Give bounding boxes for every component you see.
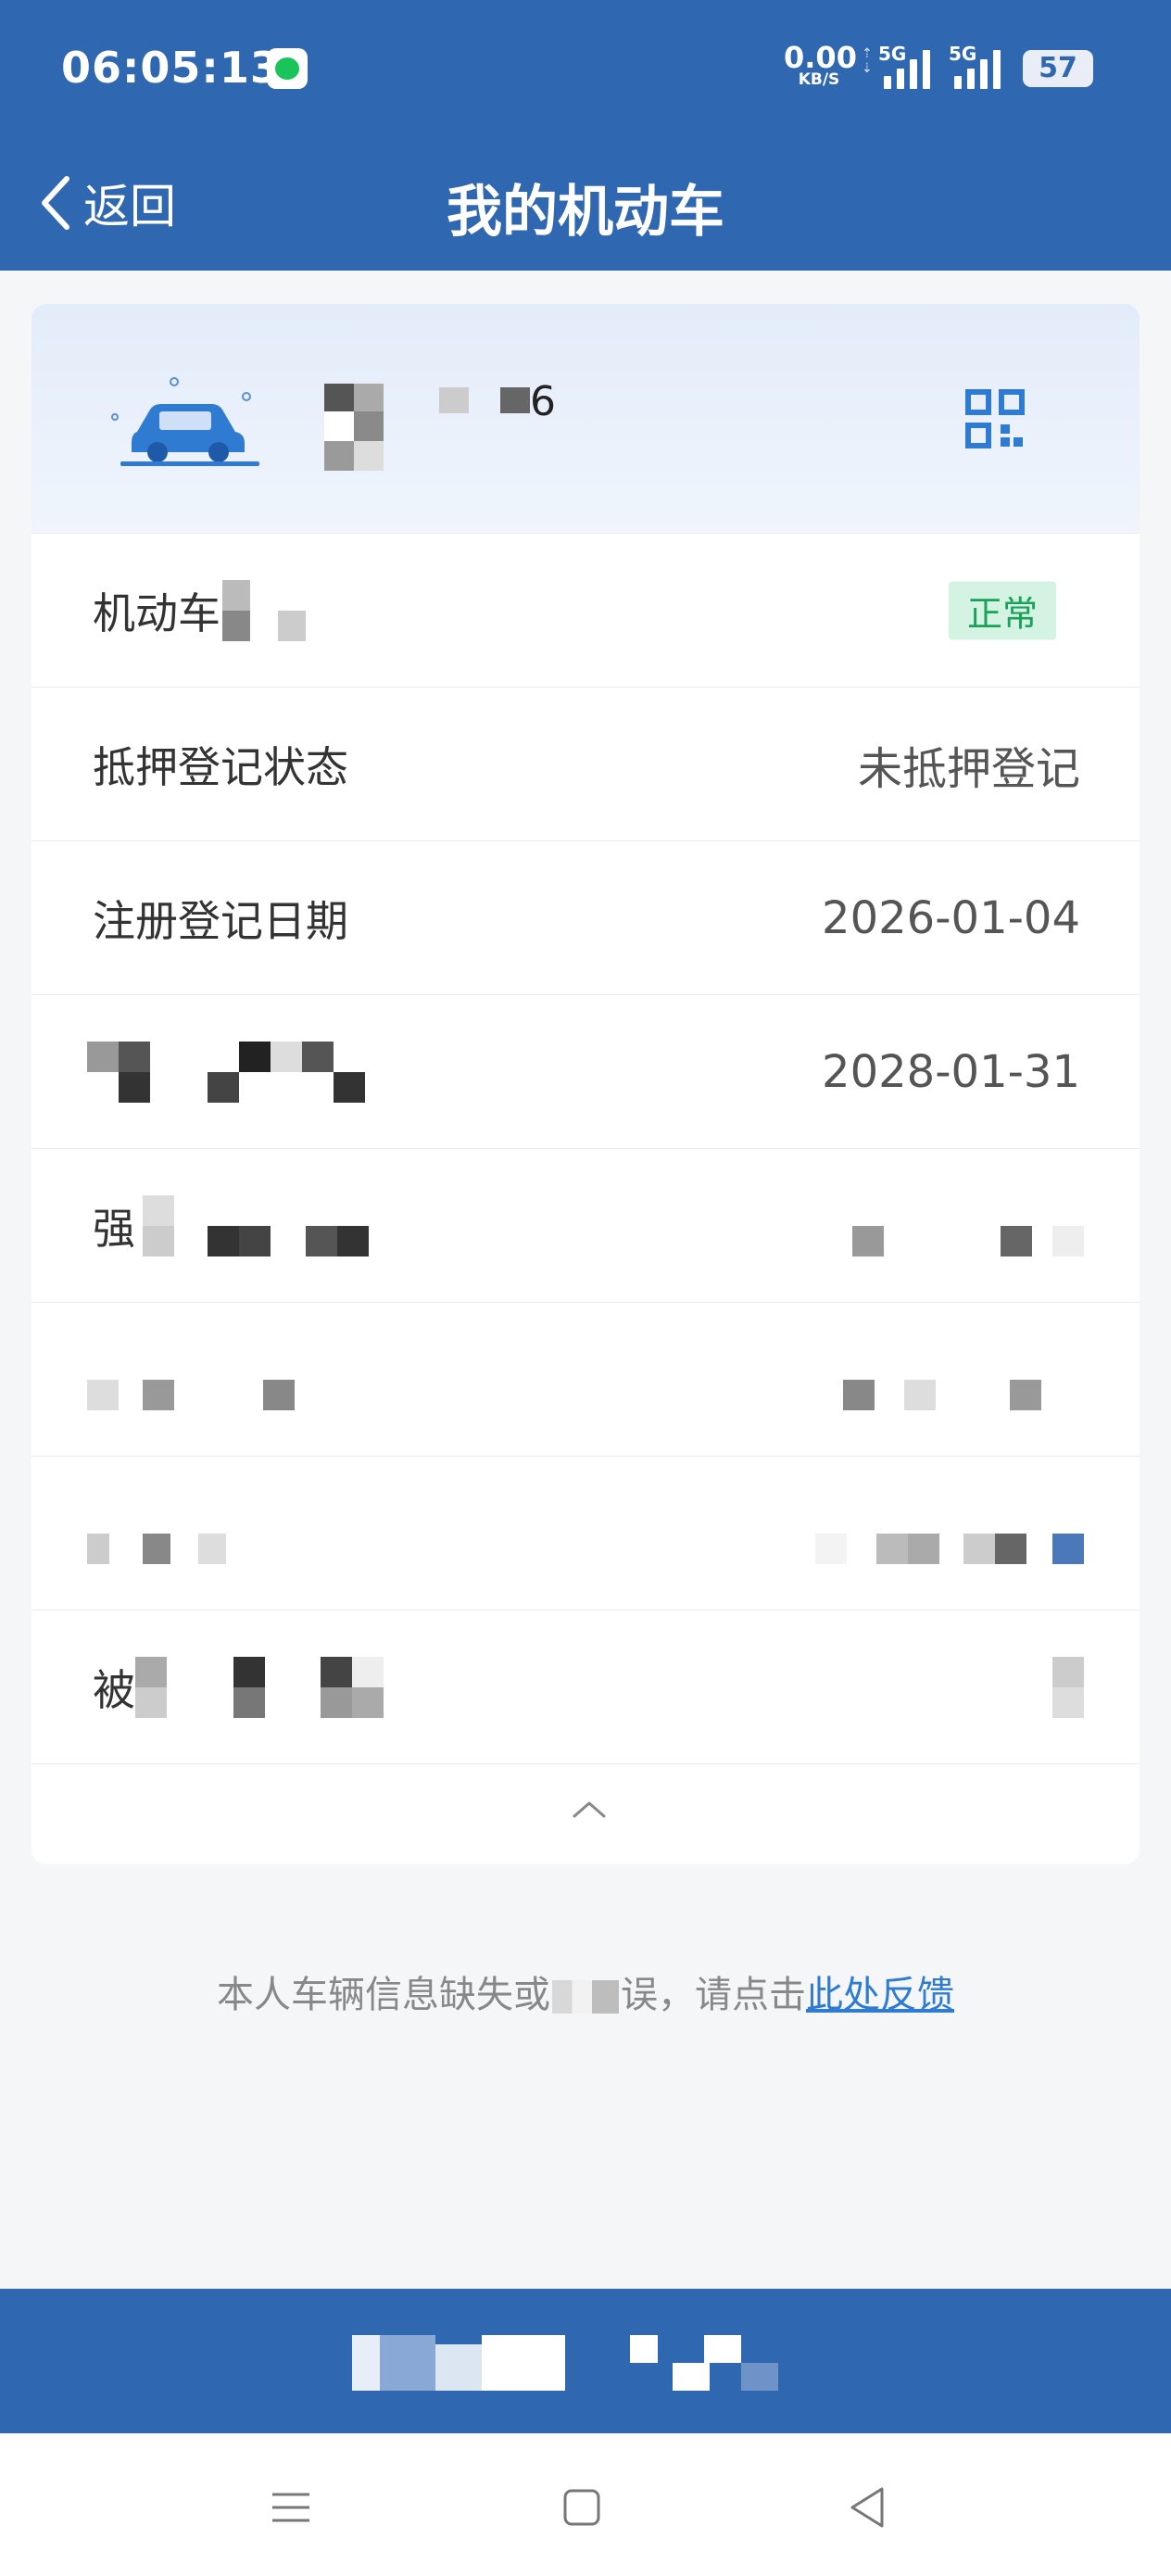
masked-value xyxy=(843,1349,1084,1410)
masked-text xyxy=(552,1980,619,2014)
back-triangle-icon[interactable] xyxy=(841,2480,897,2535)
row-label: 强 xyxy=(93,1203,135,1254)
row-label: 机动车 xyxy=(93,587,220,638)
masked-label xyxy=(87,1503,272,1564)
masked-label xyxy=(87,1349,393,1410)
row-value: 未抵押登记 xyxy=(857,742,1080,795)
status-badge: 正常 xyxy=(948,581,1056,639)
masked-label xyxy=(143,1194,402,1256)
data-arrows-icon: ⇡ ⇣ xyxy=(862,46,873,76)
system-nav-bar xyxy=(0,2433,1171,2576)
plate-visible-char: 6 xyxy=(530,378,556,425)
masked-label xyxy=(87,1041,421,1103)
car-icon xyxy=(111,377,259,466)
feedback-text: 本人车辆信息缺失或 误，请点击此处反馈 xyxy=(0,1964,1171,2018)
row-value: 2028-01-31 xyxy=(822,1045,1080,1098)
feedback-link[interactable]: 此处反馈 xyxy=(806,1974,954,2016)
vehicle-card: 6 机动车 正常 抵押登记状态 未抵押登记 注册登记日期 2026-01-04 xyxy=(31,304,1140,1864)
footer-banner xyxy=(0,2289,1171,2433)
row-masked-6 xyxy=(31,1457,1140,1610)
row-label: 注册登记日期 xyxy=(93,895,348,946)
masked-label xyxy=(135,1656,413,1718)
row-label: 抵押登记状态 xyxy=(93,741,348,792)
battery-icon: 57 xyxy=(1023,50,1093,87)
masked-value xyxy=(852,1195,1084,1256)
home-square-icon[interactable] xyxy=(554,2480,610,2535)
row-vehicle-status: 机动车 正常 xyxy=(31,534,1140,688)
row-value: 2026-01-04 xyxy=(822,891,1080,944)
row-masked-7: 被 xyxy=(31,1610,1140,1764)
signal-1-label: 5G xyxy=(878,43,907,65)
network-speed-value: 0.00 xyxy=(784,40,857,75)
signal-icon-2: 5G xyxy=(949,43,1010,89)
row-insurance-expiry: 强 xyxy=(31,1149,1140,1303)
row-masked-5 xyxy=(31,1303,1140,1457)
vehicle-header: 6 xyxy=(31,304,1140,534)
signal-2-label: 5G xyxy=(949,43,977,65)
page-title: 我的机动车 xyxy=(447,180,724,245)
status-time: 06:05:13 xyxy=(61,43,281,93)
qr-code-icon[interactable] xyxy=(965,389,1025,448)
chevron-up-icon xyxy=(573,1801,606,1818)
masked-footer-text xyxy=(352,2335,825,2391)
row-registration-date: 注册登记日期 2026-01-04 xyxy=(31,841,1140,995)
message-notification-icon xyxy=(267,48,308,89)
collapse-toggle[interactable] xyxy=(31,1761,1140,1864)
masked-value xyxy=(815,1503,1084,1564)
menu-icon[interactable] xyxy=(263,2480,319,2535)
row-inspection-date: 2028-01-31 xyxy=(31,995,1140,1149)
row-mortgage-status: 抵押登记状态 未抵押登记 xyxy=(31,688,1140,841)
signal-icon-1: 5G xyxy=(878,43,939,89)
network-speed: 0.00 KB/S xyxy=(784,40,857,88)
feedback-text-after: 误，请点击 xyxy=(621,1974,806,2016)
app-header: 06:05:13 0.00 KB/S ⇡ ⇣ 5G 5G 57 返回 我的机动车 xyxy=(0,0,1171,271)
feedback-text-before: 本人车辆信息缺失或 xyxy=(217,1974,550,2016)
license-plate-masked: 6 xyxy=(291,378,556,504)
row-label: 被 xyxy=(93,1664,135,1715)
masked-text xyxy=(222,579,334,641)
masked-value xyxy=(1052,1656,1084,1718)
